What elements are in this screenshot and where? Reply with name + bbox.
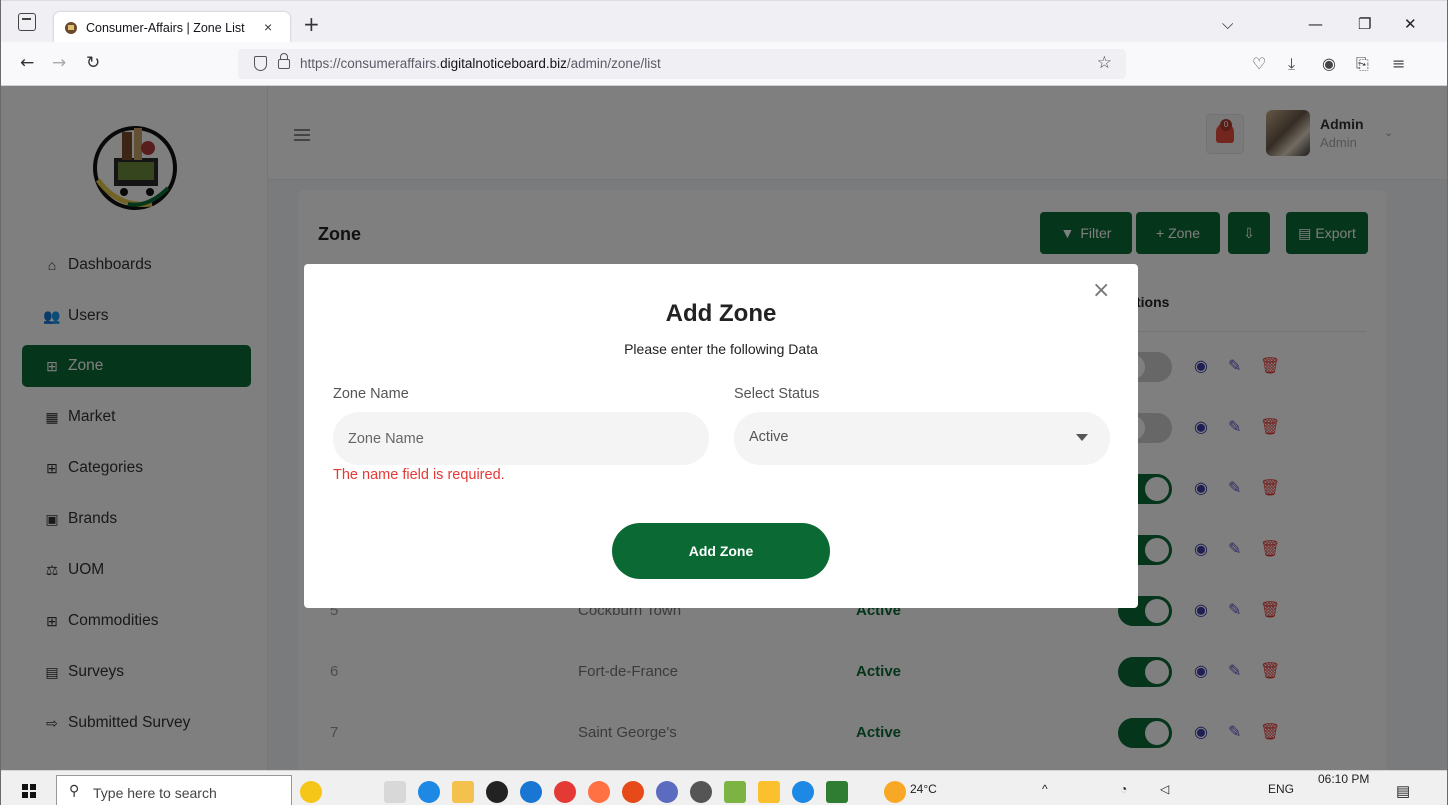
extensions-icon[interactable]: ⎘ bbox=[1356, 54, 1369, 74]
add-zone-submit-button[interactable]: Add Zone bbox=[612, 523, 830, 579]
language-indicator[interactable]: ENG bbox=[1268, 782, 1294, 796]
task-view-icon[interactable] bbox=[384, 781, 406, 803]
network-icon[interactable]: ◔ bbox=[1120, 782, 1127, 796]
browser-nav-bar: ← → ↻ https://consumeraffairs.digitalnot… bbox=[0, 42, 1448, 86]
notifications-icon[interactable]: ▤ bbox=[1396, 782, 1410, 800]
windows-taskbar: ⚲ Type here to search 24°C ^ ◔ ◁ ENG 06:… bbox=[0, 770, 1448, 805]
excel-icon[interactable] bbox=[826, 781, 848, 803]
tab-list-icon[interactable] bbox=[18, 13, 36, 31]
pocket-icon[interactable]: ♡ bbox=[1252, 54, 1266, 73]
back-icon[interactable]: ← bbox=[20, 53, 34, 73]
downloads-icon[interactable]: ⤓ bbox=[1288, 54, 1295, 74]
new-tab-button[interactable]: + bbox=[303, 14, 320, 34]
tab-close-icon[interactable]: × bbox=[264, 19, 272, 35]
tab-title: Consumer-Affairs | Zone List bbox=[86, 21, 245, 35]
skype-icon[interactable] bbox=[792, 781, 814, 803]
url-text: https://consumeraffairs.digitalnoticeboa… bbox=[300, 56, 661, 71]
zone-name-error: The name field is required. bbox=[333, 467, 505, 483]
add-zone-modal: × Add Zone Please enter the following Da… bbox=[304, 264, 1138, 608]
chrome-icon[interactable] bbox=[554, 781, 576, 803]
account-icon[interactable]: ◉ bbox=[1322, 54, 1336, 73]
app-icon[interactable] bbox=[758, 781, 780, 803]
modal-title: Add Zone bbox=[665, 300, 777, 327]
status-select-value: Active bbox=[749, 429, 789, 445]
app-icon[interactable] bbox=[656, 781, 678, 803]
edge-icon[interactable] bbox=[520, 781, 542, 803]
minimize-icon[interactable]: — bbox=[1308, 15, 1323, 33]
app-icon[interactable] bbox=[724, 781, 746, 803]
restore-icon[interactable]: ❐ bbox=[1358, 15, 1371, 33]
settings-icon[interactable] bbox=[690, 781, 712, 803]
bookmark-star-icon[interactable]: ☆ bbox=[1097, 53, 1112, 73]
site-favicon-icon bbox=[65, 22, 77, 34]
windows-start-icon[interactable] bbox=[22, 784, 36, 798]
menu-icon[interactable]: ≡ bbox=[1392, 54, 1405, 73]
tab-overflow-chevron-icon[interactable]: ⌵ bbox=[1222, 15, 1233, 33]
weather-temp[interactable]: 24°C bbox=[910, 782, 937, 796]
reload-icon[interactable]: ↻ bbox=[86, 53, 100, 73]
weather-icon[interactable] bbox=[884, 781, 906, 803]
window-close-icon[interactable]: ✕ bbox=[1404, 15, 1417, 33]
tracking-shield-icon[interactable] bbox=[254, 56, 267, 71]
browser-tab[interactable]: Consumer-Affairs | Zone List × bbox=[54, 12, 290, 45]
file-explorer-icon[interactable] bbox=[452, 781, 474, 803]
browser-tab-bar: Consumer-Affairs | Zone List × + ⌵ — ❐ ✕ bbox=[0, 0, 1448, 45]
zone-name-input[interactable] bbox=[333, 412, 709, 465]
lock-icon[interactable] bbox=[278, 53, 290, 69]
taskbar-search[interactable]: ⚲ Type here to search bbox=[56, 775, 292, 805]
brave-icon[interactable] bbox=[622, 781, 644, 803]
skype-icon[interactable] bbox=[418, 781, 440, 803]
select-status-label: Select Status bbox=[734, 386, 820, 402]
widgets-icon[interactable] bbox=[300, 781, 322, 803]
caret-down-icon bbox=[1076, 434, 1088, 441]
taskbar-search-placeholder: Type here to search bbox=[93, 785, 217, 801]
status-select[interactable]: Active bbox=[734, 412, 1110, 465]
address-bar[interactable]: https://consumeraffairs.digitalnoticeboa… bbox=[238, 49, 1126, 79]
firefox-icon[interactable] bbox=[588, 781, 610, 803]
app-icon[interactable] bbox=[486, 781, 508, 803]
taskbar-clock[interactable]: 06:10 PM bbox=[1318, 772, 1369, 786]
volume-icon[interactable]: ◁ bbox=[1160, 782, 1169, 796]
modal-subtitle: Please enter the following Data bbox=[624, 341, 818, 357]
tray-chevron-icon[interactable]: ^ bbox=[1042, 782, 1048, 796]
forward-icon[interactable]: → bbox=[52, 53, 66, 73]
search-icon: ⚲ bbox=[69, 783, 80, 799]
zone-name-label: Zone Name bbox=[333, 386, 409, 402]
